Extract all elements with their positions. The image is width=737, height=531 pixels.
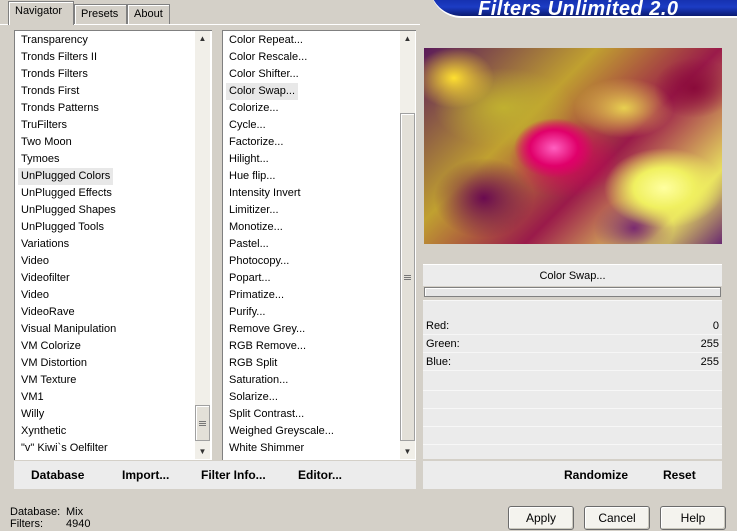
list-item[interactable]: VM1 — [21, 389, 44, 406]
param-value[interactable]: 255 — [701, 336, 719, 353]
app-banner: Filters Unlimited 2.0 — [430, 0, 737, 18]
help-button[interactable]: Help — [660, 506, 726, 530]
preview-image — [424, 48, 722, 244]
tab-navigator-label: Navigator — [15, 5, 63, 17]
list-item[interactable]: Photocopy... — [229, 253, 289, 270]
tab-about[interactable]: About — [127, 4, 170, 24]
list-item[interactable]: Visual Manipulation — [21, 321, 116, 338]
list-item[interactable]: Hue flip... — [229, 168, 275, 185]
list-item[interactable]: Tronds Patterns — [21, 100, 99, 117]
list-item[interactable]: Primatize... — [229, 287, 284, 304]
list-item[interactable]: Hilight... — [229, 151, 269, 168]
tab-presets-label: Presets — [81, 8, 119, 20]
reset-button[interactable]: Reset — [663, 461, 696, 489]
filters-label: Filters: — [10, 518, 43, 530]
list-item[interactable]: UnPlugged Effects — [21, 185, 112, 202]
left-toolbar: Database Import... Filter Info... Editor… — [14, 461, 416, 489]
list-item[interactable]: Cycle... — [229, 117, 266, 134]
list-item[interactable]: Purify... — [229, 304, 265, 321]
list-item[interactable]: Xynthetic — [21, 423, 66, 440]
right-toolbar: Randomize Reset — [423, 461, 722, 489]
list-item[interactable]: "v" Kiwi`s Oelfilter — [21, 440, 108, 457]
list-item[interactable]: Pastel... — [229, 236, 269, 253]
list-item[interactable]: Weighed Greyscale... — [229, 423, 334, 440]
filter-title: Color Swap... — [423, 264, 722, 286]
scroll-up-arrow-icon[interactable]: ▲ — [400, 31, 415, 46]
list-item[interactable]: UnPlugged Shapes — [21, 202, 116, 219]
param-green[interactable]: Green: 255 — [423, 336, 722, 353]
list-item[interactable]: UnPlugged Colors — [18, 168, 114, 185]
list-item[interactable]: Tronds Filters — [21, 66, 88, 83]
list-item[interactable]: TruFilters — [21, 117, 67, 134]
category-scrollbar[interactable]: ▲ ▼ — [195, 31, 210, 459]
scroll-down-arrow-icon[interactable]: ▼ — [400, 444, 415, 459]
database-value: Mix — [66, 506, 84, 518]
list-item[interactable]: Video — [21, 287, 49, 304]
param-label: Green: — [426, 338, 460, 350]
list-item[interactable]: RGB Remove... — [229, 338, 306, 355]
list-item[interactable]: Color Repeat... — [229, 32, 303, 49]
parameter-panel[interactable]: Red: 0 Green: 255 Blue: 255 — [423, 300, 722, 459]
param-label: Blue: — [426, 356, 452, 368]
list-item[interactable]: Color Rescale... — [229, 49, 307, 66]
list-item[interactable]: Remove Grey... — [229, 321, 305, 338]
list-item[interactable]: Two Moon — [21, 134, 72, 151]
database-button[interactable]: Database — [31, 461, 84, 489]
list-item[interactable]: Monotize... — [229, 219, 283, 236]
app-title: Filters Unlimited 2.0 — [478, 0, 679, 18]
scroll-thumb[interactable] — [195, 405, 210, 441]
database-label: Database: — [10, 506, 61, 518]
list-item[interactable]: Color Shifter... — [229, 66, 299, 83]
list-item[interactable]: Split Contrast... — [229, 406, 304, 423]
filter-scrollbar[interactable]: ▲ ▼ — [400, 31, 415, 459]
list-item[interactable]: Color Swap... — [226, 83, 299, 100]
list-item[interactable]: Tronds First — [21, 83, 79, 100]
filter-list[interactable]: Color Repeat... Color Rescale... Color Shi… — [222, 30, 416, 460]
list-item[interactable]: White Shimmer — [229, 440, 304, 457]
list-item[interactable]: VM Distortion — [21, 355, 87, 372]
import-button[interactable]: Import... — [122, 461, 169, 489]
filters-count: 4940 — [66, 518, 91, 530]
list-item[interactable]: VM Colorize — [21, 338, 81, 355]
apply-button[interactable]: Apply — [508, 506, 574, 530]
list-item[interactable]: Tymoes — [21, 151, 60, 168]
param-label: Red: — [426, 320, 450, 332]
list-item[interactable]: Solarize... — [229, 389, 278, 406]
editor-button[interactable]: Editor... — [298, 461, 342, 489]
category-list[interactable]: Transparency Tronds Filters II Tronds Filt… — [14, 30, 212, 460]
list-item[interactable]: VM Texture — [21, 372, 76, 389]
list-item[interactable]: Video — [21, 253, 49, 270]
scroll-thumb[interactable] — [400, 113, 415, 441]
list-item[interactable]: Intensity Invert — [229, 185, 301, 202]
tab-about-label: About — [134, 8, 163, 20]
tab-presets[interactable]: Presets — [74, 4, 127, 24]
list-item[interactable]: Transparency — [21, 32, 88, 49]
scroll-down-arrow-icon[interactable]: ▼ — [195, 444, 210, 459]
filter-info-button[interactable]: Filter Info... — [201, 461, 266, 489]
list-item[interactable]: Factorize... — [229, 134, 283, 151]
tab-navigator[interactable]: Navigator — [8, 1, 74, 25]
list-item[interactable]: UnPlugged Tools — [21, 219, 104, 236]
list-item[interactable]: Willy — [21, 406, 44, 423]
param-blue[interactable]: Blue: 255 — [423, 354, 722, 371]
list-item[interactable]: RGB Split — [229, 355, 277, 372]
list-item[interactable]: Popart... — [229, 270, 271, 287]
list-item[interactable]: Colorize... — [229, 100, 279, 117]
list-item[interactable]: Saturation... — [229, 372, 288, 389]
param-red[interactable]: Red: 0 — [423, 318, 722, 335]
list-item[interactable]: Variations — [21, 236, 69, 253]
list-item[interactable]: Tronds Filters II — [21, 49, 97, 66]
param-value[interactable]: 0 — [713, 318, 719, 335]
param-value[interactable]: 255 — [701, 354, 719, 371]
progress-bar — [424, 287, 721, 297]
randomize-button[interactable]: Randomize — [564, 461, 628, 489]
list-item[interactable]: VideoRave — [21, 304, 75, 321]
list-item[interactable]: Limitizer... — [229, 202, 279, 219]
cancel-button[interactable]: Cancel — [584, 506, 650, 530]
scroll-up-arrow-icon[interactable]: ▲ — [195, 31, 210, 46]
list-item[interactable]: Videofilter — [21, 270, 70, 287]
